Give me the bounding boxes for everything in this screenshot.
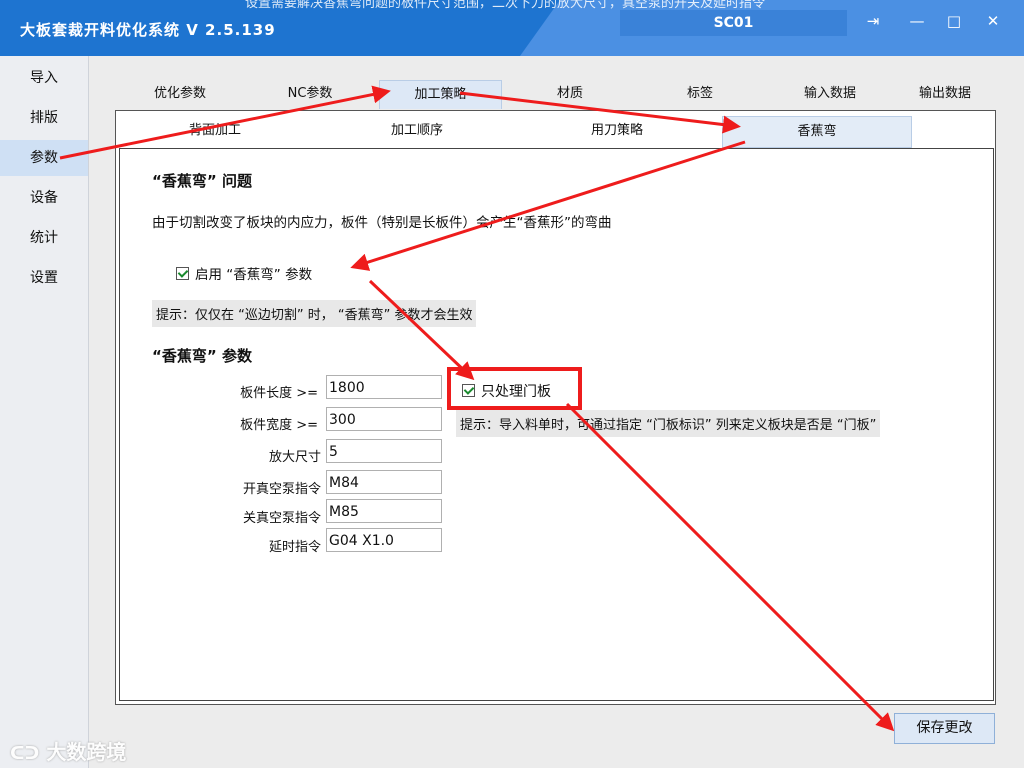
sidebar-item-statistics[interactable]: 统计 bbox=[0, 220, 88, 256]
hint-edge-cut: 提示：仅仅在 “巡边切割” 时， “香蕉弯” 参数才会生效 bbox=[152, 300, 477, 327]
maximize-button[interactable]: □ bbox=[937, 6, 971, 36]
save-button[interactable]: 保存更改 bbox=[894, 713, 995, 744]
sidebar-item-layout[interactable]: 排版 bbox=[0, 100, 88, 136]
sidebar-item-devices[interactable]: 设备 bbox=[0, 180, 88, 216]
subtab-tool-strategy[interactable]: 用刀策略 bbox=[552, 116, 682, 146]
enable-checkbox-label: 启用 “香蕉弯” 参数 bbox=[195, 267, 313, 283]
tab-label[interactable]: 标签 bbox=[670, 80, 730, 108]
vacuum-on-input[interactable]: M84 bbox=[326, 470, 442, 494]
enable-checkbox[interactable] bbox=[176, 267, 189, 280]
logout-icon[interactable]: ⇥ bbox=[856, 6, 890, 36]
sidebar: 导入 排版 参数 设备 统计 设置 bbox=[0, 56, 89, 768]
subtab-banana-bend[interactable]: 香蕉弯 bbox=[722, 116, 912, 148]
sidebar-item-settings[interactable]: 设置 bbox=[0, 260, 88, 296]
description-text: 由于切割改变了板块的内应力，板件（特别是长板件）会产生“香蕉形”的弯曲 bbox=[152, 215, 612, 231]
station-label: SC01 bbox=[620, 10, 847, 36]
highlight-box bbox=[447, 367, 582, 410]
watermark: ᑕᑐ 大数跨境 bbox=[10, 736, 126, 765]
delay-input[interactable]: G04 X1.0 bbox=[326, 528, 442, 552]
sidebar-item-import[interactable]: 导入 bbox=[0, 60, 88, 96]
app-title: 大板套裁开料优化系统 V 2.5.139 bbox=[20, 21, 276, 39]
label-enlarge-size: 放大尺寸 bbox=[268, 450, 321, 465]
label-min-width: 板件宽度 >= bbox=[240, 418, 318, 433]
section-title-params: “香蕉弯” 参数 bbox=[152, 347, 252, 365]
tab-input-data[interactable]: 输入数据 bbox=[790, 80, 870, 108]
enlarge-size-input[interactable]: 5 bbox=[326, 439, 442, 463]
vacuum-off-input[interactable]: M85 bbox=[326, 499, 442, 523]
subtab-processing-order[interactable]: 加工顺序 bbox=[352, 116, 482, 146]
tab-output-data[interactable]: 输出数据 bbox=[905, 80, 985, 108]
label-delay: 延时指令 bbox=[268, 540, 321, 555]
watermark-logo-icon: ᑕᑐ bbox=[10, 743, 40, 764]
tab-nc-params[interactable]: NC参数 bbox=[270, 80, 350, 108]
label-vacuum-on: 开真空泵指令 bbox=[242, 482, 321, 497]
sidebar-item-parameters[interactable]: 参数 bbox=[0, 140, 88, 176]
minimize-button[interactable]: — bbox=[900, 6, 934, 36]
watermark-text: 大数跨境 bbox=[46, 740, 127, 764]
label-vacuum-off: 关真空泵指令 bbox=[242, 511, 321, 526]
close-button[interactable]: ✕ bbox=[976, 6, 1010, 36]
label-min-length: 板件长度 >= bbox=[240, 386, 318, 401]
min-width-input[interactable]: 300 bbox=[326, 407, 442, 431]
section-title-problem: “香蕉弯” 问题 bbox=[152, 172, 252, 190]
min-length-input[interactable]: 1800 bbox=[326, 375, 442, 399]
enable-banana-bend[interactable]: 启用 “香蕉弯” 参数 bbox=[176, 263, 312, 283]
subtab-back-processing[interactable]: 背面加工 bbox=[150, 116, 280, 146]
tab-material[interactable]: 材质 bbox=[540, 80, 600, 108]
hint-door-panel: 提示：导入料单时，可通过指定 “门板标识” 列来定义板块是否是 “门板” bbox=[456, 410, 881, 437]
tab-optimization-params[interactable]: 优化参数 bbox=[140, 80, 220, 108]
tab-processing-strategy[interactable]: 加工策略 bbox=[379, 80, 502, 109]
